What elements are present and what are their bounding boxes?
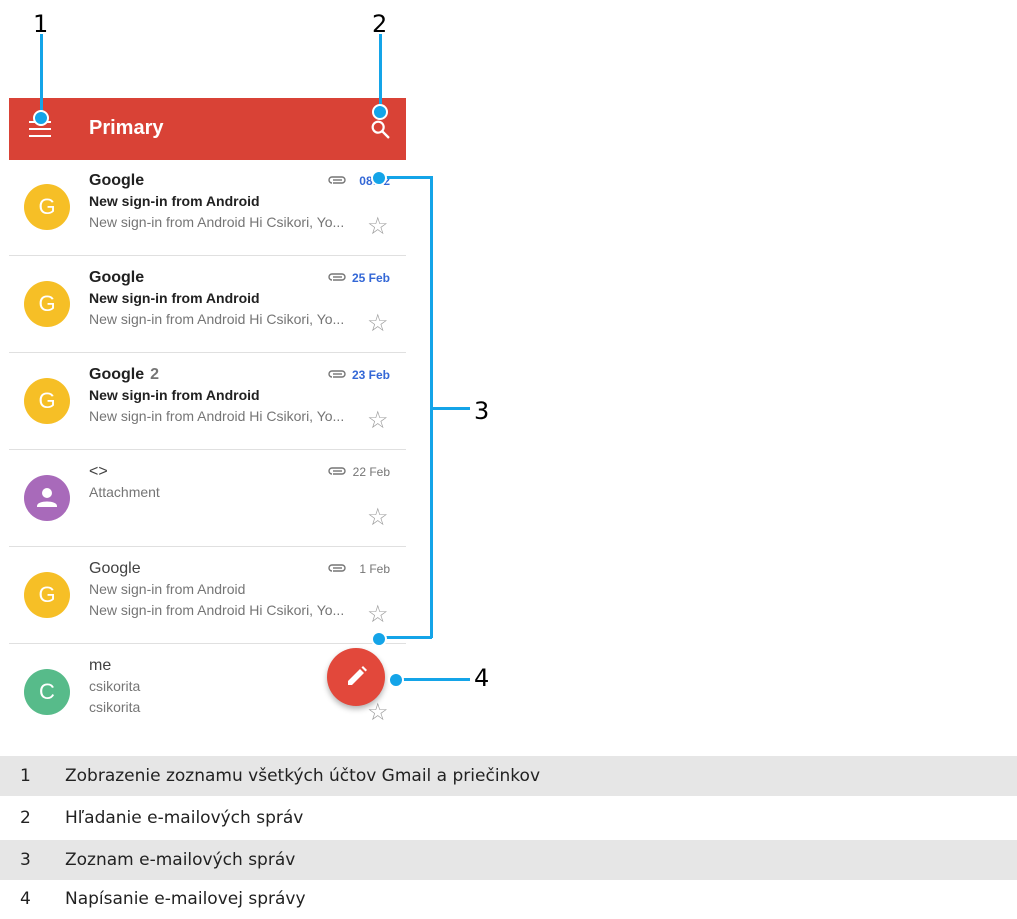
email-row[interactable]: G Google 2 New sign-in from Android New s… (9, 354, 406, 450)
email-date: 23 Feb (351, 368, 390, 382)
legend-number: 2 (20, 808, 31, 828)
attachment-icon (328, 370, 346, 378)
sender-name: Google (89, 172, 145, 189)
email-date: 22 Feb (352, 465, 390, 479)
email-subject: New sign-in from Android (89, 290, 260, 306)
email-row[interactable]: <> Attachment 22 Feb ☆ (9, 451, 406, 547)
legend-text: Zoznam e-mailových správ (65, 850, 296, 870)
avatar: G (24, 184, 70, 230)
callout-dot-3-top (371, 170, 387, 186)
sender-name: Google (89, 560, 141, 577)
email-subject: Attachment (89, 484, 160, 500)
email-subject: csikorita (89, 678, 141, 694)
gmail-screen: Primary G Google New sign-in from Androi… (9, 98, 406, 730)
email-row[interactable]: G Google New sign-in from Android New si… (9, 160, 406, 256)
callout-line-4 (394, 678, 470, 681)
email-row[interactable]: G Google New sign-in from Android New si… (9, 548, 406, 644)
email-snippet: New sign-in from Android Hi Csikori, Yo.… (89, 214, 345, 230)
legend-row: 3 Zoznam e-mailových správ (0, 840, 1017, 880)
legend-number: 4 (20, 889, 31, 909)
callout-line-2 (379, 34, 382, 110)
legend-number: 3 (20, 850, 31, 870)
legend-row: 1 Zobrazenie zoznamu všetkých účtov Gmai… (0, 756, 1017, 796)
thread-count: 2 (150, 366, 160, 383)
callout-line-3-lead (432, 407, 470, 410)
avatar: G (24, 572, 70, 618)
pencil-icon (348, 666, 367, 685)
star-icon[interactable]: ☆ (367, 603, 389, 627)
sender-name: Google 2 (89, 366, 159, 384)
email-snippet: csikorita (89, 699, 141, 715)
search-icon[interactable] (369, 118, 391, 140)
email-subject: New sign-in from Android (89, 387, 260, 403)
attachment-icon (328, 467, 346, 475)
avatar: G (24, 281, 70, 327)
legend-text: Zobrazenie zoznamu všetkých účtov Gmail … (65, 766, 541, 786)
email-row[interactable]: G Google New sign-in from Android New si… (9, 257, 406, 353)
person-icon (37, 488, 57, 507)
star-icon[interactable]: ☆ (367, 312, 389, 336)
page-title: Primary (89, 117, 164, 139)
sender-name: me (89, 657, 112, 674)
attachment-icon (328, 176, 346, 184)
callout-line-1 (40, 34, 43, 114)
sender-name-text: Google (89, 366, 145, 383)
star-icon[interactable]: ☆ (367, 215, 389, 239)
sender-name: Google (89, 269, 145, 286)
sender-name: <> (89, 463, 108, 480)
callout-dot-2 (372, 104, 388, 120)
avatar: C (24, 669, 70, 715)
legend-row: 4 Napísanie e-mailovej správy (0, 879, 1017, 919)
email-date: 25 Feb (351, 271, 390, 285)
callout-dot-1 (33, 110, 49, 126)
callout-dot-4 (388, 672, 404, 688)
callout-number-4: 4 (474, 664, 490, 692)
legend-text: Napísanie e-mailovej správy (65, 889, 306, 909)
email-subject: New sign-in from Android (89, 193, 260, 209)
callout-number-3: 3 (474, 397, 490, 425)
callout-dot-3-bottom (371, 631, 387, 647)
attachment-icon (328, 564, 346, 572)
email-snippet: New sign-in from Android Hi Csikori, Yo.… (89, 602, 345, 618)
email-snippet: New sign-in from Android Hi Csikori, Yo.… (89, 311, 345, 327)
legend-row: 2 Hľadanie e-mailových správ (0, 798, 1017, 838)
legend-number: 1 (20, 766, 31, 786)
star-icon[interactable]: ☆ (367, 506, 389, 530)
compose-button[interactable] (327, 648, 385, 706)
star-icon[interactable]: ☆ (367, 409, 389, 433)
avatar (24, 475, 70, 521)
attachment-icon (328, 273, 346, 281)
email-snippet: New sign-in from Android Hi Csikori, Yo.… (89, 408, 345, 424)
email-subject: New sign-in from Android (89, 581, 246, 597)
email-date: 1 Feb (359, 562, 390, 576)
app-bar: Primary (9, 98, 406, 160)
legend-text: Hľadanie e-mailových správ (65, 808, 304, 828)
avatar: G (24, 378, 70, 424)
